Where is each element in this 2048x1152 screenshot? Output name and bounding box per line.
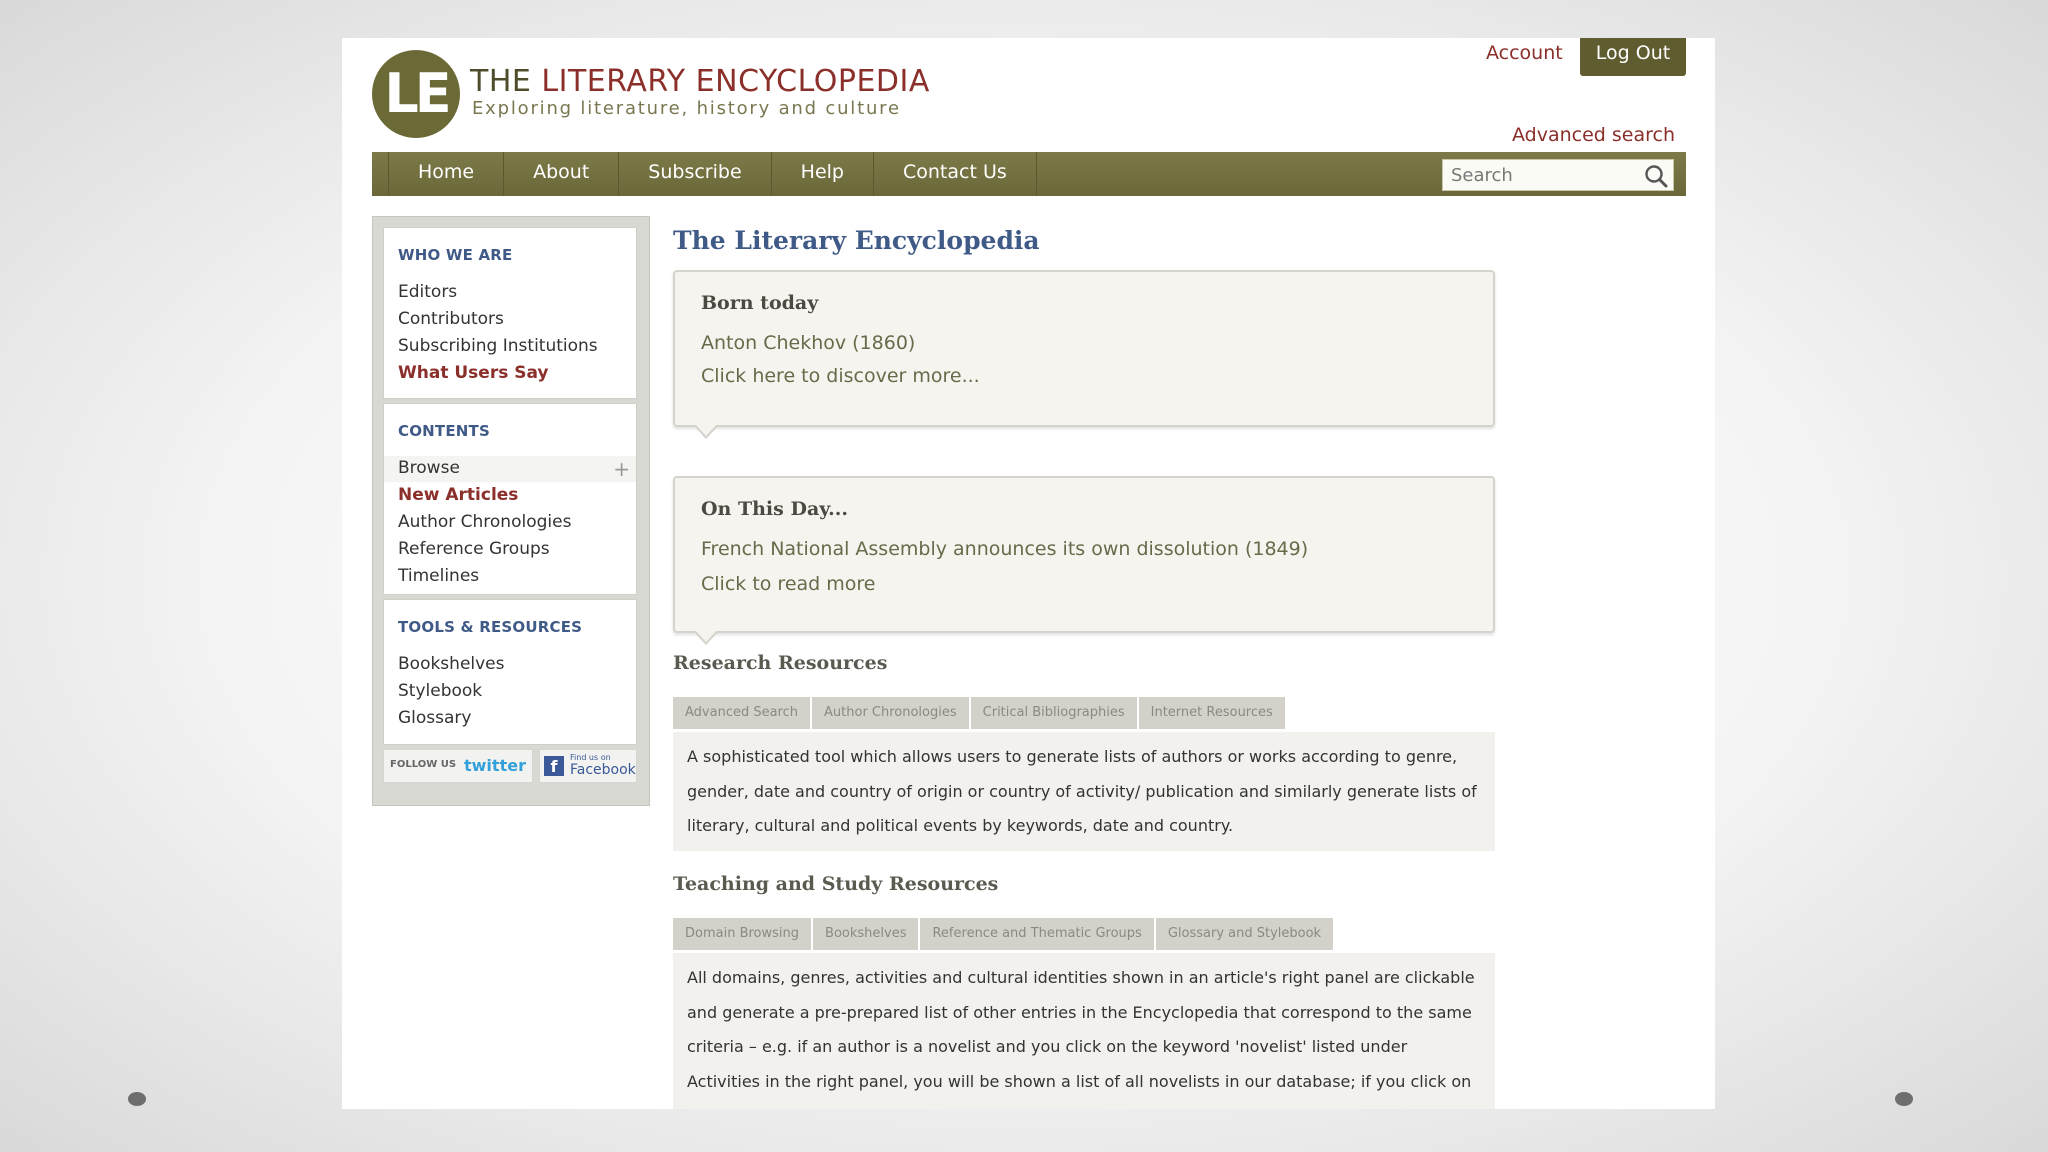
twitter-follow-button[interactable]: FOLLOW US twitter xyxy=(383,749,533,783)
tab-reference-thematic-groups[interactable]: Reference and Thematic Groups xyxy=(920,918,1154,950)
on-this-day-heading: On This Day... xyxy=(701,498,848,520)
born-today-person-link[interactable]: Anton Chekhov (1860) xyxy=(701,332,915,354)
page-title: The Literary Encyclopedia xyxy=(673,226,1040,255)
nav-items: Home About Subscribe Help Contact Us xyxy=(388,152,1037,196)
teaching-study-text: All domains, genres, activities and cult… xyxy=(687,968,1475,1109)
sidebar: WHO WE ARE Editors Contributors Subscrib… xyxy=(372,216,650,806)
who-we-are-box: WHO WE ARE Editors Contributors Subscrib… xyxy=(383,227,637,399)
tab-glossary-stylebook[interactable]: Glossary and Stylebook xyxy=(1155,918,1334,950)
site-title[interactable]: THE LITERARY ENCYCLOPEDIA xyxy=(470,64,930,99)
on-this-day-callout: On This Day... French National Assembly … xyxy=(673,476,1495,645)
research-resources-tabs: Advanced Search Author Chronologies Crit… xyxy=(673,697,1285,729)
born-today-heading: Born today xyxy=(701,292,819,314)
tab-internet-resources[interactable]: Internet Resources xyxy=(1138,697,1285,729)
main-navigation: Home About Subscribe Help Contact Us xyxy=(372,152,1686,196)
logout-button[interactable]: Log Out xyxy=(1580,38,1686,76)
account-link[interactable]: Account xyxy=(1486,42,1563,64)
sidebar-link-reference-groups[interactable]: Reference Groups xyxy=(398,539,550,559)
teaching-study-heading: Teaching and Study Resources xyxy=(673,873,999,895)
slide-dot-left xyxy=(128,1092,146,1106)
nav-home[interactable]: Home xyxy=(388,152,505,196)
sidebar-link-subscribing-institutions[interactable]: Subscribing Institutions xyxy=(398,336,598,356)
site-logo[interactable]: LE xyxy=(372,50,460,138)
tab-author-chronologies[interactable]: Author Chronologies xyxy=(812,697,969,729)
web-page: LE THE LITERARY ENCYCLOPEDIA Exploring l… xyxy=(342,38,1715,1109)
follow-us-label: FOLLOW US xyxy=(390,759,457,770)
research-resources-heading: Research Resources xyxy=(673,652,888,674)
sidebar-link-glossary[interactable]: Glossary xyxy=(398,708,471,728)
who-we-are-heading: WHO WE ARE xyxy=(398,246,513,264)
sidebar-link-stylebook[interactable]: Stylebook xyxy=(398,681,482,701)
advanced-search-link[interactable]: Advanced search xyxy=(1512,124,1675,146)
on-this-day-event-link[interactable]: French National Assembly announces its o… xyxy=(701,538,1308,560)
sidebar-link-author-chronologies[interactable]: Author Chronologies xyxy=(398,512,571,532)
callout-tail xyxy=(693,630,719,645)
contents-box: CONTENTS + Browse New Articles Author Ch… xyxy=(383,403,637,595)
social-bar: FOLLOW US twitter f Find us on Facebook xyxy=(383,749,637,785)
contents-heading: CONTENTS xyxy=(398,422,490,440)
search-box xyxy=(1442,159,1674,191)
teaching-study-tabs: Domain Browsing Bookshelves Reference an… xyxy=(673,918,1334,950)
tab-critical-bibliographies[interactable]: Critical Bibliographies xyxy=(970,697,1137,729)
expand-plus-icon[interactable]: + xyxy=(613,456,630,482)
sidebar-link-browse[interactable]: Browse xyxy=(398,458,460,478)
research-resources-panel: A sophisticated tool which allows users … xyxy=(673,732,1495,851)
sidebar-link-contributors[interactable]: Contributors xyxy=(398,309,504,329)
tab-domain-browsing[interactable]: Domain Browsing xyxy=(673,918,812,950)
site-title-the: THE xyxy=(470,64,532,99)
born-today-callout: Born today Anton Chekhov (1860) Click he… xyxy=(673,270,1495,439)
search-input[interactable] xyxy=(1443,160,1649,190)
teaching-study-panel: All domains, genres, activities and cult… xyxy=(673,953,1495,1109)
tools-resources-heading: TOOLS & RESOURCES xyxy=(398,618,583,636)
sidebar-link-editors[interactable]: Editors xyxy=(398,282,457,302)
born-today-discover-link[interactable]: Click here to discover more... xyxy=(701,365,980,387)
search-icon[interactable] xyxy=(1643,163,1669,189)
research-resources-text: A sophisticated tool which allows users … xyxy=(687,747,1477,835)
facebook-label: Facebook xyxy=(570,762,636,778)
facebook-icon: f xyxy=(544,756,564,776)
facebook-button[interactable]: f Find us on Facebook xyxy=(539,749,637,783)
slide-dot-right xyxy=(1895,1092,1913,1106)
site-tagline: Exploring literature, history and cultur… xyxy=(472,98,901,119)
facebook-find-us-label: Find us on xyxy=(570,753,611,762)
sidebar-link-what-users-say[interactable]: What Users Say xyxy=(398,363,549,383)
tab-advanced-search[interactable]: Advanced Search xyxy=(673,697,811,729)
nav-subscribe[interactable]: Subscribe xyxy=(619,152,772,196)
nav-help[interactable]: Help xyxy=(772,152,874,196)
sidebar-link-bookshelves[interactable]: Bookshelves xyxy=(398,654,505,674)
twitter-label: twitter xyxy=(464,756,526,775)
sidebar-link-timelines[interactable]: Timelines xyxy=(398,566,479,586)
nav-contact-us[interactable]: Contact Us xyxy=(874,152,1037,196)
nav-about[interactable]: About xyxy=(504,152,620,196)
tools-resources-box: TOOLS & RESOURCES Bookshelves Stylebook … xyxy=(383,599,637,745)
callout-tail xyxy=(693,424,719,439)
on-this-day-read-more-link[interactable]: Click to read more xyxy=(701,573,875,595)
site-title-rest: LITERARY ENCYCLOPEDIA xyxy=(541,64,930,99)
tab-bookshelves[interactable]: Bookshelves xyxy=(813,918,919,950)
sidebar-link-new-articles[interactable]: New Articles xyxy=(398,485,518,505)
